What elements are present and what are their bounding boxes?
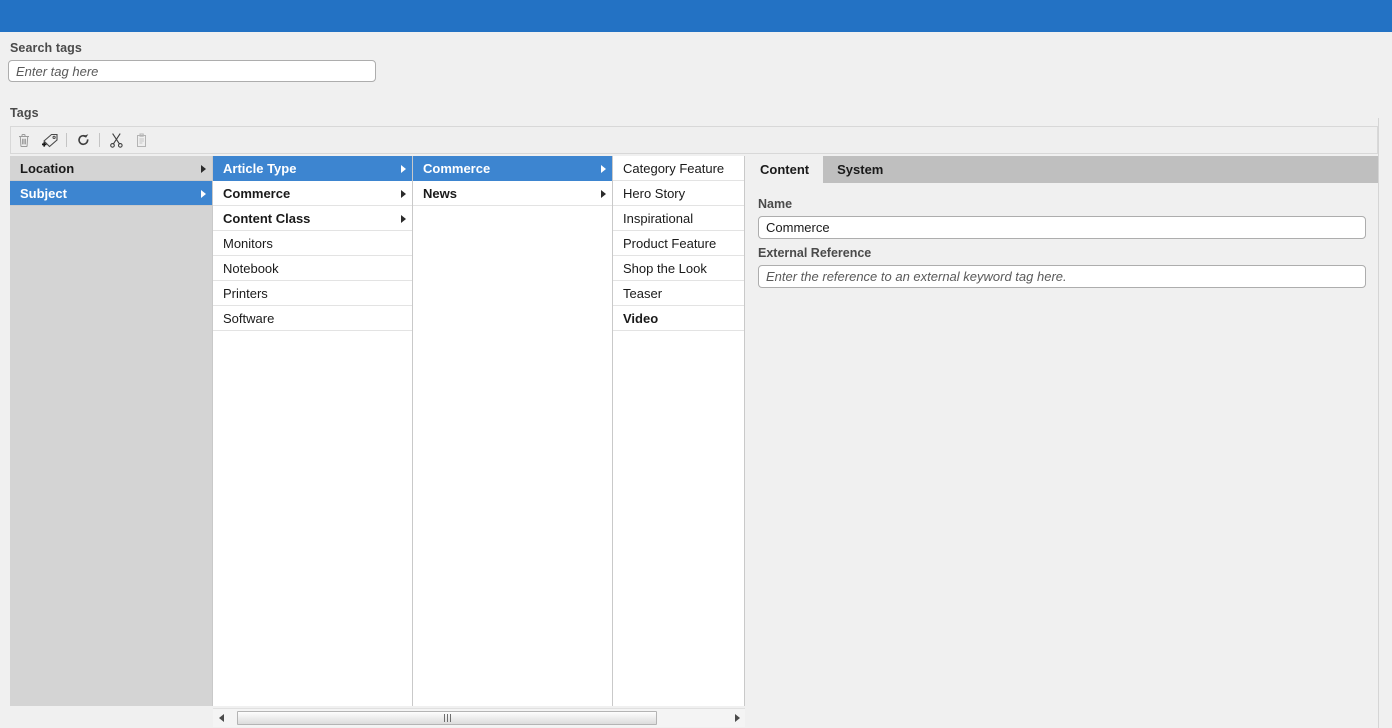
tag-item[interactable]: Product Feature: [613, 231, 744, 256]
delete-tag-icon[interactable]: [11, 127, 37, 153]
detail-tabstrip: Content System: [746, 156, 1378, 183]
tag-item[interactable]: Notebook: [213, 256, 412, 281]
chevron-right-icon: [201, 181, 206, 205]
panel-right-border: [1378, 118, 1379, 728]
tag-item-label: Monitors: [223, 236, 273, 251]
detail-panel-body: Name External Reference: [746, 183, 1378, 706]
tag-item[interactable]: Video: [613, 306, 744, 331]
tag-hierarchy-columns: Location Subject Article Type Commerce Cont…: [0, 156, 745, 706]
toolbar-separator: [66, 133, 67, 147]
tags-toolbar: [10, 126, 1378, 154]
name-label: Name: [758, 197, 793, 211]
external-reference-input[interactable]: [758, 265, 1366, 288]
chevron-right-icon: [601, 156, 606, 180]
tag-item-label: Article Type: [223, 161, 297, 176]
name-input[interactable]: [758, 216, 1366, 239]
tag-column-3[interactable]: Commerce News: [413, 156, 613, 706]
tag-item-label: Inspirational: [623, 211, 694, 226]
tags-label: Tags: [10, 106, 39, 120]
tab-content[interactable]: Content: [746, 156, 824, 183]
chevron-right-icon: [401, 156, 406, 180]
external-reference-label: External Reference: [758, 246, 872, 260]
tag-item[interactable]: Teaser: [613, 281, 744, 306]
toolbar-separator: [99, 133, 100, 147]
scroll-left-arrow-icon[interactable]: [213, 709, 229, 727]
tag-item-label: Category Feature: [623, 161, 725, 176]
chevron-right-icon: [201, 156, 206, 180]
scrollbar-thumb[interactable]: [237, 711, 657, 725]
tag-item-label: Hero Story: [623, 186, 686, 201]
tag-item[interactable]: Location: [10, 156, 212, 181]
tag-item[interactable]: Article Type: [213, 156, 412, 181]
tag-item[interactable]: Inspirational: [613, 206, 744, 231]
scrollbar-grip-icon: [443, 714, 451, 722]
tag-item-label: Software: [223, 311, 275, 326]
tag-column-2[interactable]: Article Type Commerce Content Class Monitor…: [213, 156, 413, 706]
tag-item-label: Teaser: [623, 286, 663, 301]
search-tags-label: Search tags: [10, 41, 82, 55]
tab-system[interactable]: System: [823, 156, 897, 183]
tag-item-label: Content Class: [223, 211, 311, 226]
chevron-right-icon: [401, 181, 406, 205]
tag-item-label: Shop the Look: [623, 261, 707, 276]
tag-item[interactable]: Subject: [10, 181, 212, 206]
tag-column-4[interactable]: Category Feature Hero Story Inspirational P…: [613, 156, 745, 706]
tag-item-label: Video: [623, 311, 659, 326]
paste-icon[interactable]: [129, 127, 155, 153]
cut-icon[interactable]: [103, 127, 129, 153]
search-tags-input[interactable]: [8, 60, 376, 82]
scroll-right-arrow-icon[interactable]: [729, 709, 745, 727]
tag-item[interactable]: Commerce: [413, 156, 612, 181]
tag-item[interactable]: Printers: [213, 281, 412, 306]
title-bar: [0, 0, 1392, 32]
tag-item-label: Subject: [20, 186, 67, 201]
tag-item-label: News: [423, 186, 457, 201]
tag-item-label: Commerce: [423, 161, 491, 176]
tag-item-label: Location: [20, 161, 75, 176]
tag-item-label: Commerce: [223, 186, 291, 201]
chevron-right-icon: [601, 181, 606, 205]
tag-item-label: Printers: [223, 286, 268, 301]
tag-item[interactable]: Category Feature: [613, 156, 744, 181]
tag-item[interactable]: Monitors: [213, 231, 412, 256]
scrollbar-track[interactable]: [229, 709, 729, 727]
tag-column-1[interactable]: Location Subject: [10, 156, 213, 706]
tag-item[interactable]: Shop the Look: [613, 256, 744, 281]
tag-item[interactable]: Software: [213, 306, 412, 331]
tag-item-label: Notebook: [223, 261, 279, 276]
chevron-right-icon: [401, 206, 406, 230]
tag-item[interactable]: Commerce: [213, 181, 412, 206]
tag-item[interactable]: News: [413, 181, 612, 206]
refresh-icon[interactable]: [70, 127, 96, 153]
add-tag-icon[interactable]: [37, 127, 63, 153]
tag-item[interactable]: Content Class: [213, 206, 412, 231]
tag-item[interactable]: Hero Story: [613, 181, 744, 206]
tag-detail-panel: Content System Name External Reference: [746, 156, 1378, 706]
tag-item-label: Product Feature: [623, 236, 717, 251]
horizontal-scrollbar[interactable]: [213, 708, 745, 727]
